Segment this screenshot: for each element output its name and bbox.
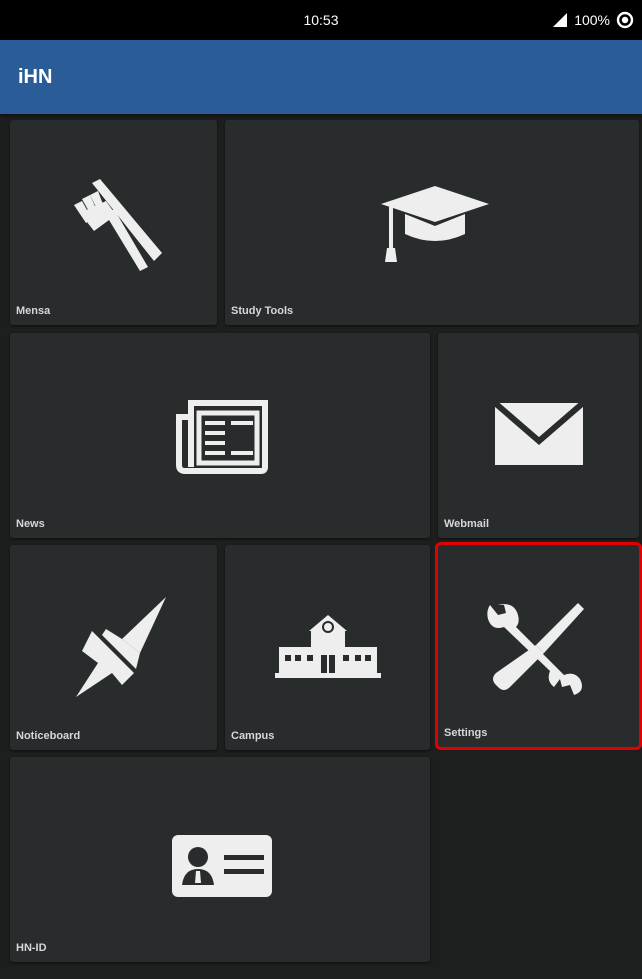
- pushpin-icon: [76, 597, 166, 697]
- envelope-icon: [493, 401, 585, 465]
- tile-hn-id[interactable]: HN-ID: [10, 757, 430, 962]
- wrench-screwdriver-icon: [487, 603, 584, 695]
- tile-label-mensa: Mensa: [16, 305, 51, 317]
- tile-label-settings: Settings: [444, 727, 488, 739]
- tile-label-news: News: [16, 518, 45, 530]
- status-time: 10:53: [303, 12, 339, 28]
- tile-webmail[interactable]: Webmail: [438, 333, 639, 538]
- id-card-icon: [172, 835, 272, 897]
- signal-icon: [553, 13, 568, 27]
- graduation-cap-icon: [381, 186, 489, 262]
- status-bar: 10:53 100%: [0, 0, 642, 40]
- tile-settings[interactable]: Settings: [435, 542, 642, 750]
- building-icon: [275, 615, 381, 678]
- tile-label-campus: Campus: [231, 730, 275, 742]
- tile-label-study-tools: Study Tools: [231, 305, 294, 317]
- tile-label-hn-id: HN-ID: [16, 942, 47, 954]
- tile-campus[interactable]: Campus: [225, 545, 430, 750]
- newspaper-icon: [176, 400, 268, 474]
- tile-label-webmail: Webmail: [444, 518, 490, 530]
- app-title: iHN: [18, 66, 53, 88]
- fork-knife-icon: [74, 179, 162, 271]
- tile-mensa[interactable]: Mensa: [10, 120, 217, 325]
- app-bar: iHN: [0, 40, 642, 114]
- tile-study-tools[interactable]: Study Tools: [225, 120, 639, 325]
- tile-label-noticeboard: Noticeboard: [16, 730, 81, 742]
- sync-icon: [616, 11, 634, 29]
- battery-percentage: 100%: [574, 12, 610, 28]
- status-right: 100%: [552, 0, 634, 40]
- tile-news[interactable]: News: [10, 333, 430, 538]
- tile-noticeboard[interactable]: Noticeboard: [10, 545, 217, 750]
